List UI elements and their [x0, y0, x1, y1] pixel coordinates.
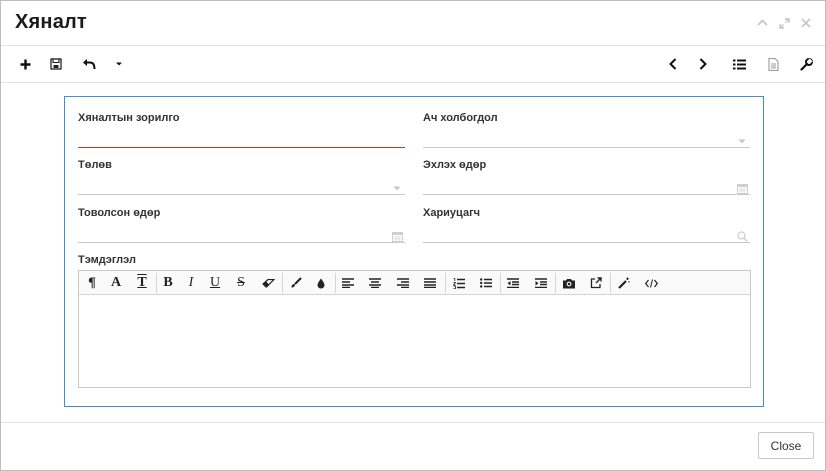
- plus-icon[interactable]: [15, 54, 35, 74]
- editor-separator: [445, 273, 446, 293]
- chevron-right-icon[interactable]: [693, 54, 713, 74]
- close-icon[interactable]: [799, 16, 813, 30]
- end-date-field: Товолсон өдөр: [78, 207, 405, 247]
- caret-down-icon: [391, 182, 403, 194]
- goal-field: Хяналтын зорилго: [78, 112, 405, 152]
- list-icon[interactable]: [729, 54, 749, 74]
- align-left-icon[interactable]: [337, 273, 359, 293]
- bold-icon[interactable]: B: [157, 273, 179, 293]
- status-select[interactable]: [78, 177, 405, 195]
- font-icon[interactable]: A: [105, 273, 127, 293]
- align-center-icon[interactable]: [364, 273, 386, 293]
- code-view-icon[interactable]: [640, 273, 662, 293]
- editor-body[interactable]: [79, 296, 750, 387]
- dialog-window: Хяналт Хяналтын зорилго Ач холбогдол Төл…: [0, 0, 826, 471]
- dialog-toolbar: [1, 46, 825, 83]
- ordered-list-icon[interactable]: [448, 273, 470, 293]
- align-right-icon[interactable]: [392, 273, 414, 293]
- caret-down-icon[interactable]: [109, 54, 129, 74]
- goal-label: Хяналтын зорилго: [78, 112, 180, 124]
- status-label: Төлөв: [78, 159, 112, 171]
- reference-select[interactable]: [423, 130, 750, 148]
- clear-format-icon[interactable]: T: [131, 273, 153, 293]
- collapse-icon[interactable]: [755, 16, 769, 30]
- dialog-titlebar: Хяналт: [1, 1, 825, 46]
- end-date-input[interactable]: [78, 225, 405, 243]
- start-date-label: Эхлэх өдөр: [423, 159, 487, 171]
- responsible-input[interactable]: [423, 225, 750, 243]
- form-panel: Хяналтын зорилго Ач холбогдол Төлөв Эхлэ…: [64, 96, 764, 407]
- editor-separator: [500, 273, 501, 293]
- save-icon[interactable]: [46, 54, 66, 74]
- undo-icon[interactable]: [79, 54, 99, 74]
- end-date-label: Товолсон өдөр: [78, 207, 161, 219]
- start-date-input[interactable]: [423, 177, 750, 195]
- indent-icon[interactable]: [530, 273, 552, 293]
- calendar-icon[interactable]: [736, 182, 748, 194]
- dialog-title: Хяналт: [15, 11, 87, 33]
- search-icon[interactable]: [736, 230, 748, 242]
- italic-icon[interactable]: I: [180, 273, 202, 293]
- notes-label: Тэмдэглэл: [78, 254, 136, 266]
- brush-icon[interactable]: [285, 273, 307, 293]
- start-date-field: Эхлэх өдөр: [423, 159, 750, 199]
- editor-separator: [555, 273, 556, 293]
- status-field: Төлөв: [78, 159, 405, 199]
- paragraph-icon[interactable]: ¶: [81, 273, 103, 293]
- color-drop-icon[interactable]: [310, 273, 332, 293]
- close-button[interactable]: Close: [758, 432, 814, 459]
- dialog-footer: Close: [1, 422, 825, 470]
- caret-down-icon: [736, 135, 748, 147]
- wrench-icon[interactable]: [796, 54, 816, 74]
- window-controls: [755, 16, 813, 30]
- unordered-list-icon[interactable]: [475, 273, 497, 293]
- notes-editor: ¶ A T B I U S: [78, 270, 751, 388]
- editor-separator: [335, 273, 336, 293]
- goal-input[interactable]: [78, 130, 405, 148]
- magic-wand-icon[interactable]: [613, 273, 635, 293]
- responsible-field: Хариуцагч: [423, 207, 750, 247]
- editor-separator: [610, 273, 611, 293]
- expand-icon[interactable]: [777, 16, 791, 30]
- calendar-icon[interactable]: [391, 230, 403, 242]
- eraser-icon[interactable]: [257, 273, 279, 293]
- document-icon[interactable]: [763, 54, 783, 74]
- editor-separator: [282, 273, 283, 293]
- responsible-label: Хариуцагч: [423, 207, 481, 219]
- underline-icon[interactable]: U: [204, 273, 226, 293]
- chevron-left-icon[interactable]: [663, 54, 683, 74]
- align-justify-icon[interactable]: [419, 273, 441, 293]
- reference-label: Ач холбогдол: [423, 112, 498, 124]
- reference-field: Ач холбогдол: [423, 112, 750, 152]
- camera-icon[interactable]: [558, 273, 580, 293]
- strikethrough-icon[interactable]: S: [230, 273, 252, 293]
- external-link-icon[interactable]: [585, 273, 607, 293]
- outdent-icon[interactable]: [502, 273, 524, 293]
- editor-toolbar: ¶ A T B I U S: [79, 271, 750, 295]
